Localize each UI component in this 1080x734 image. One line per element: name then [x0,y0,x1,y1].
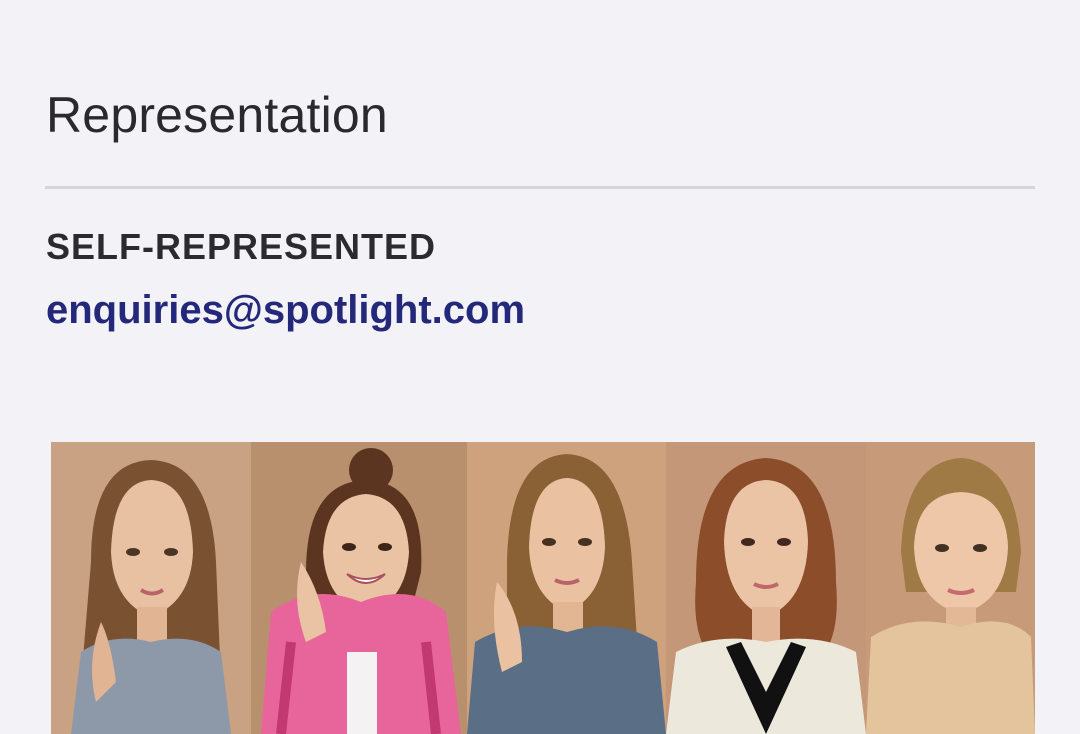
headshot-3[interactable] [467,442,666,734]
headshot-2[interactable] [251,442,467,734]
section-title: Representation [46,87,388,143]
headshot-strip[interactable] [51,442,1035,734]
headshot-1[interactable] [51,442,251,734]
agent-email-link[interactable]: enquiries@spotlight.com [46,288,525,333]
representation-section: Representation SELF-REPRESENTED enquirie… [0,0,1080,734]
agent-type-label: SELF-REPRESENTED [46,226,437,267]
headshot-4[interactable] [666,442,866,734]
section-divider [45,186,1035,189]
headshot-5[interactable] [866,442,1035,734]
